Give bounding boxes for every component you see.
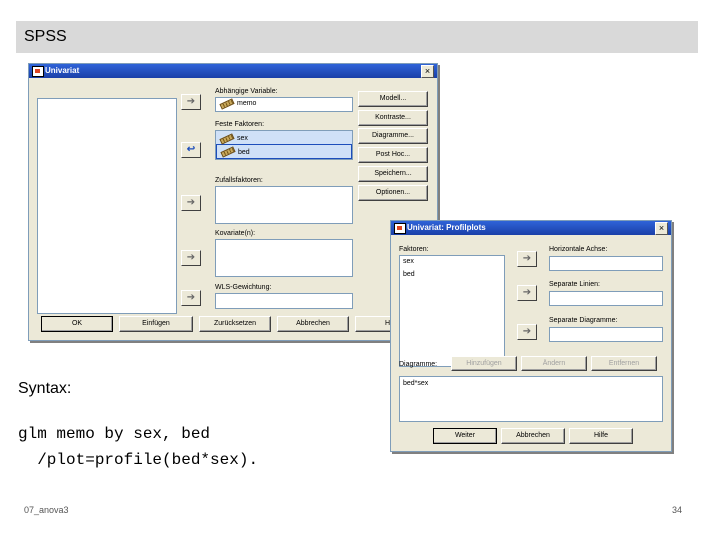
- diagram-item[interactable]: bed*sex: [400, 377, 662, 387]
- horizontal-axis-label: Horizontale Achse:: [549, 246, 608, 253]
- separate-lines-label: Separate Linien:: [549, 281, 600, 288]
- remove-diagram-button[interactable]: Entfernen: [591, 356, 657, 371]
- move-to-separate-lines-arrow-icon[interactable]: ➔: [517, 285, 537, 301]
- wls-weight-label: WLS-Gewichtung:: [215, 284, 272, 291]
- spss-app-icon: [32, 66, 44, 77]
- fixed-factors-label: Feste Faktoren:: [215, 121, 265, 128]
- reset-button[interactable]: Zurücksetzen: [199, 316, 271, 332]
- dependent-variable-label: Abhängige Variable:: [215, 88, 278, 95]
- post-hoc-button[interactable]: Post Hoc...: [358, 147, 428, 163]
- syntax-label: Syntax:: [18, 380, 72, 397]
- profilplots-dialog: Univariat: Profilplots × Faktoren: sex b…: [390, 220, 672, 452]
- save-button[interactable]: Speichern...: [358, 166, 428, 182]
- spss-app-icon: [394, 223, 406, 234]
- univariat-close-button[interactable]: ×: [421, 65, 434, 78]
- fixed-factors-list[interactable]: sex bed: [215, 130, 353, 160]
- options-button[interactable]: Optionen...: [358, 185, 428, 201]
- footer-label: 07_anova3: [24, 505, 69, 515]
- dependent-variable-item[interactable]: memo: [216, 97, 352, 110]
- dependent-variable-value: memo: [237, 100, 257, 107]
- covariates-label: Kovariate(n):: [215, 230, 256, 237]
- move-to-covariates-arrow-icon[interactable]: ➔: [181, 250, 201, 266]
- slide-title: SPSS: [24, 28, 67, 45]
- factor-item[interactable]: sex: [400, 256, 504, 265]
- random-factors-label: Zufallsfaktoren:: [215, 177, 263, 184]
- covariates-list[interactable]: [215, 239, 353, 277]
- factor-item[interactable]: bed: [400, 265, 504, 278]
- move-to-horizontal-axis-arrow-icon[interactable]: ➔: [517, 251, 537, 267]
- page-number: 34: [672, 505, 683, 515]
- fixed-factor-item[interactable]: bed: [216, 144, 352, 159]
- diagrams-label: Diagramme:: [399, 361, 438, 368]
- horizontal-axis-field[interactable]: [549, 256, 663, 271]
- separate-diagrams-label: Separate Diagramme:: [549, 317, 618, 324]
- factors-list[interactable]: sex bed: [399, 255, 505, 367]
- profilplots-title: Univariat: Profilplots: [407, 223, 486, 232]
- univariat-titlebar[interactable]: Univariat ×: [29, 64, 437, 78]
- random-factors-list[interactable]: [215, 186, 353, 224]
- univariat-dialog: Univariat × ➔ ↩ ➔ ➔ ➔ Abhängige Variable…: [28, 63, 438, 341]
- plots-button[interactable]: Diagramme...: [358, 128, 428, 144]
- continue-button[interactable]: Weiter: [433, 428, 497, 444]
- source-variable-list[interactable]: [37, 98, 177, 314]
- syntax-line-1: glm memo by sex, bed: [18, 425, 211, 443]
- contrasts-button[interactable]: Kontraste...: [358, 110, 428, 126]
- dependent-variable-field[interactable]: memo: [215, 97, 353, 112]
- move-to-dependent-arrow-icon[interactable]: ➔: [181, 94, 201, 110]
- diagrams-list[interactable]: bed*sex: [399, 376, 663, 422]
- univariat-title: Univariat: [45, 66, 80, 75]
- profilplots-close-button[interactable]: ×: [655, 222, 668, 235]
- move-to-fixed-factors-arrow-icon[interactable]: ↩: [181, 142, 201, 158]
- syntax-line-2: /plot=profile(bed*sex).: [18, 451, 259, 469]
- separate-diagrams-field[interactable]: [549, 327, 663, 342]
- cancel-button[interactable]: Abbrechen: [277, 316, 349, 332]
- fixed-factor-label: sex: [237, 135, 248, 142]
- move-to-wls-arrow-icon[interactable]: ➔: [181, 290, 201, 306]
- add-diagram-button[interactable]: Hinzufügen: [451, 356, 517, 371]
- scale-variable-icon: [219, 132, 235, 145]
- separate-lines-field[interactable]: [549, 291, 663, 306]
- scale-variable-icon: [219, 97, 235, 110]
- scale-variable-icon: [220, 146, 236, 158]
- fixed-factor-label: bed: [238, 148, 250, 156]
- move-to-random-factors-arrow-icon[interactable]: ➔: [181, 195, 201, 211]
- profilplots-cancel-button[interactable]: Abbrechen: [501, 428, 565, 444]
- paste-button[interactable]: Einfügen: [119, 316, 193, 332]
- slide-title-bar: SPSS: [16, 21, 698, 53]
- move-to-separate-diagrams-arrow-icon[interactable]: ➔: [517, 324, 537, 340]
- profilplots-help-button[interactable]: Hilfe: [569, 428, 633, 444]
- profilplots-titlebar[interactable]: Univariat: Profilplots ×: [391, 221, 671, 235]
- wls-weight-field[interactable]: [215, 293, 353, 309]
- ok-button[interactable]: OK: [41, 316, 113, 332]
- model-button[interactable]: Modell...: [358, 91, 428, 107]
- factors-label: Faktoren:: [399, 246, 429, 253]
- fixed-factor-item[interactable]: sex: [216, 131, 352, 145]
- change-diagram-button[interactable]: Ändern: [521, 356, 587, 371]
